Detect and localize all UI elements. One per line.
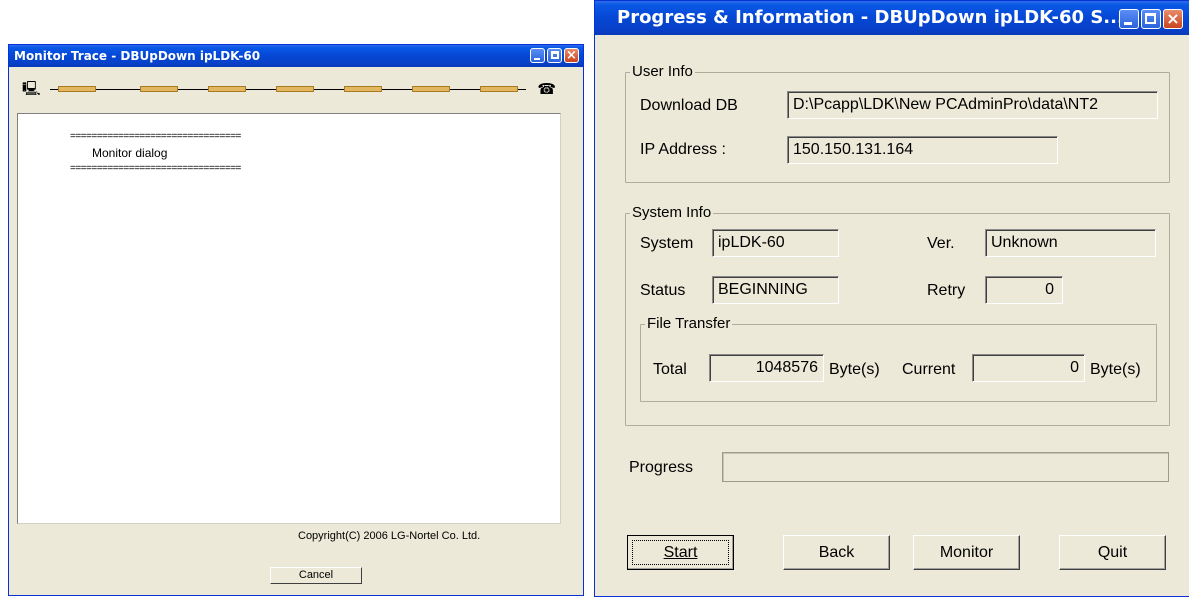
progress-titlebar[interactable]: Progress & Information - DBUpDown ipLDK-… xyxy=(595,1,1189,35)
maximize-button[interactable] xyxy=(547,48,562,63)
minimize-icon xyxy=(1124,22,1132,25)
trace-output[interactable]: ================================ Monitor… xyxy=(17,113,561,524)
current-label: Current xyxy=(902,361,956,378)
quit-button-label: Quit xyxy=(1097,544,1128,561)
progress-bar xyxy=(722,452,1169,482)
version-field: Unknown xyxy=(985,229,1156,257)
close-icon: × xyxy=(1166,9,1180,28)
version-label: Ver. xyxy=(927,235,955,252)
minimize-button[interactable] xyxy=(1119,9,1139,29)
maximize-icon xyxy=(551,51,559,59)
total-label: Total xyxy=(653,361,687,378)
retry-label: Retry xyxy=(927,282,966,299)
pc-icon: 🖳 xyxy=(22,81,41,97)
monitor-trace-titlebar[interactable]: Monitor Trace - DBUpDown ipLDK-60 × xyxy=(9,45,583,67)
monitor-button-label: Monitor xyxy=(939,544,994,561)
monitor-trace-title: Monitor Trace - DBUpDown ipLDK-60 xyxy=(14,49,261,63)
current-field: 0 xyxy=(972,354,1085,382)
connection-segment xyxy=(276,86,314,92)
progress-label: Progress xyxy=(629,459,694,476)
user-info-legend: User Info xyxy=(630,63,695,81)
user-info-group: User Info xyxy=(625,63,1170,183)
system-info-legend: System Info xyxy=(630,204,714,222)
total-field: 1048576 xyxy=(709,354,824,382)
start-button-label: Start xyxy=(663,544,698,561)
connection-indicator: 🖳 ☎ xyxy=(22,80,556,98)
status-label: Status xyxy=(640,282,686,299)
back-button[interactable]: Back xyxy=(783,535,890,570)
trace-separator: ================================ xyxy=(70,163,241,174)
retry-field: 0 xyxy=(985,276,1063,304)
ip-address-field: 150.150.131.164 xyxy=(787,136,1058,164)
back-button-label: Back xyxy=(818,544,855,561)
connection-segment xyxy=(480,86,518,92)
system-label: System xyxy=(640,235,694,252)
connection-segment xyxy=(208,86,246,92)
minimize-icon xyxy=(534,58,540,60)
total-unit: Byte(s) xyxy=(829,361,880,378)
copyright-text: Copyright(C) 2006 LG-Nortel Co. Ltd. xyxy=(298,530,481,542)
phone-icon: ☎ xyxy=(537,80,556,98)
close-button[interactable]: × xyxy=(564,48,579,63)
cancel-button[interactable]: Cancel xyxy=(270,567,362,584)
file-transfer-legend: File Transfer xyxy=(645,315,733,333)
progress-title: Progress & Information - DBUpDown ipLDK-… xyxy=(617,7,1124,28)
maximize-button[interactable] xyxy=(1141,9,1161,29)
minimize-button[interactable] xyxy=(530,48,545,63)
close-icon: × xyxy=(566,48,577,63)
ip-address-label: IP Address : xyxy=(640,141,726,158)
start-button[interactable]: Start xyxy=(627,535,734,570)
current-unit: Byte(s) xyxy=(1090,361,1141,378)
monitor-button[interactable]: Monitor xyxy=(913,535,1020,570)
trace-message: Monitor dialog xyxy=(92,146,168,160)
close-button[interactable]: × xyxy=(1163,9,1183,29)
trace-separator: ================================ xyxy=(70,131,241,142)
download-db-label: Download DB xyxy=(640,97,738,114)
system-field: ipLDK-60 xyxy=(712,229,839,257)
connection-segment xyxy=(58,86,96,92)
connection-segment xyxy=(140,86,178,92)
connection-segment xyxy=(412,86,450,92)
connection-segment xyxy=(344,86,382,92)
download-db-field: D:\Pcapp\LDK\New PCAdminPro\data\NT2 xyxy=(787,91,1158,119)
status-field: BEGINNING xyxy=(712,276,839,304)
quit-button[interactable]: Quit xyxy=(1059,535,1166,570)
maximize-icon xyxy=(1145,13,1156,24)
